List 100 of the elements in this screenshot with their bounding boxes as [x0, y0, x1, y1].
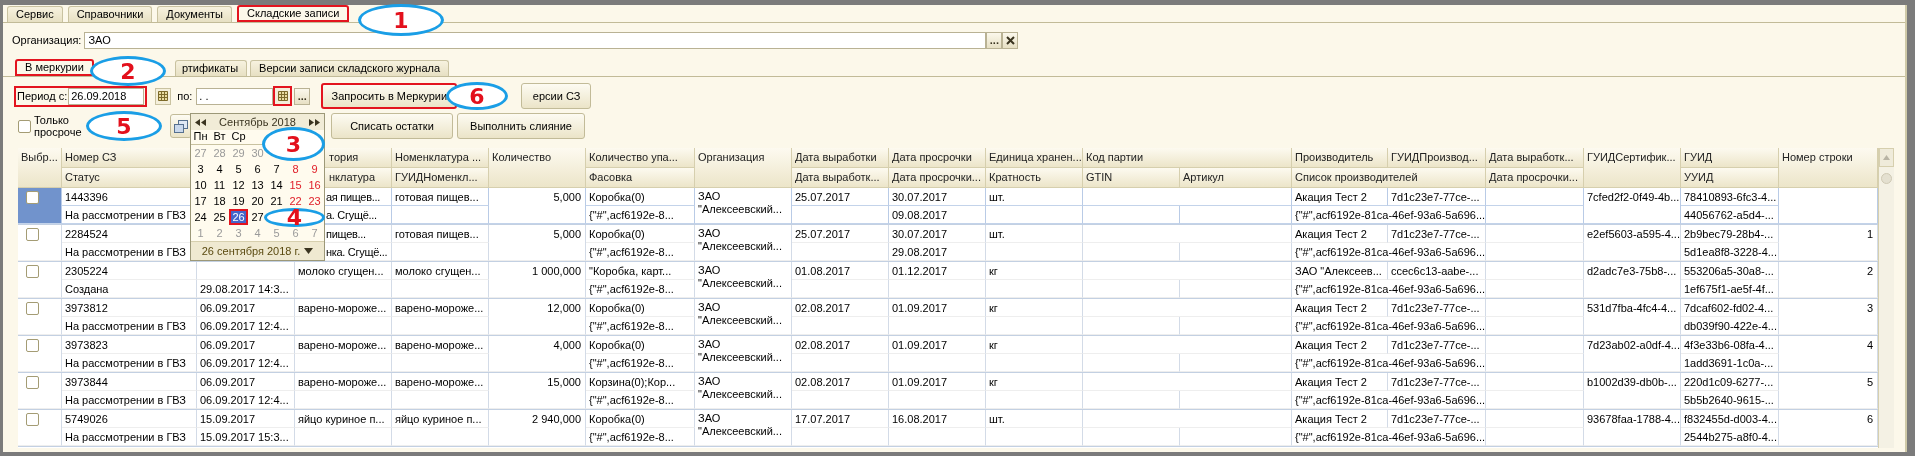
- calendar-button[interactable]: [273, 86, 293, 106]
- checkbox[interactable]: [26, 191, 39, 204]
- table-cell: "Коробка, карт...: [586, 262, 695, 280]
- calendar-day[interactable]: 13: [248, 177, 267, 193]
- table-cell: яйцо куриное п...: [295, 410, 392, 428]
- table-cell: Корзина(0);Кор...: [586, 373, 695, 391]
- column-header[interactable]: Фасовка: [586, 168, 695, 188]
- calendar-day[interactable]: 26: [229, 209, 248, 225]
- column-header[interactable]: Единица хранен...: [986, 148, 1083, 168]
- row-marker-cell[interactable]: [18, 410, 62, 446]
- column-header[interactable]: ГУИДНоменкл...: [392, 168, 489, 188]
- checkbox[interactable]: [26, 339, 39, 352]
- column-header[interactable]: Список производителей: [1292, 168, 1486, 188]
- tab[interactable]: Сервис: [7, 6, 63, 22]
- calendar-day[interactable]: 14: [267, 177, 286, 193]
- request-button[interactable]: Запросить в Меркурии: [321, 83, 458, 109]
- checkbox[interactable]: [26, 265, 39, 278]
- column-header[interactable]: Дата просрочки: [889, 148, 986, 168]
- column-header[interactable]: Номер строки: [1779, 148, 1878, 188]
- caret-down-icon[interactable]: [304, 248, 314, 254]
- table-cell: {"#",acf6192e-8...: [586, 280, 695, 298]
- calendar-day[interactable]: 23: [305, 193, 324, 209]
- calendar-day[interactable]: 5: [229, 161, 248, 177]
- calendar-day[interactable]: 27: [248, 209, 267, 225]
- checkbox[interactable]: [26, 302, 39, 315]
- tab[interactable]: В меркурии: [15, 59, 94, 76]
- calendar-day[interactable]: 6: [248, 161, 267, 177]
- column-header[interactable]: Код партии: [1083, 148, 1292, 168]
- calendar-day[interactable]: 21: [267, 193, 286, 209]
- checkbox[interactable]: [26, 228, 39, 241]
- row-marker-cell[interactable]: [18, 373, 62, 409]
- previous-month-icon[interactable]: [195, 118, 206, 126]
- table-cell: 06.09.2017 12:4...: [197, 317, 295, 335]
- tab[interactable]: Складские записи: [237, 5, 350, 22]
- table-cell: 09.08.2017: [889, 206, 986, 224]
- field-label: Период с:: [17, 90, 68, 102]
- column-header[interactable]: Количество упа...: [586, 148, 695, 168]
- write-off-button[interactable]: Списать остатки: [331, 113, 453, 139]
- choose-button[interactable]: ...: [986, 31, 1003, 49]
- table-cell: 1ef675f1-ae5f-4f...: [1681, 280, 1779, 298]
- column-header[interactable]: Выбр...: [18, 148, 62, 188]
- table-cell: d2adc7e3-75b8-...: [1584, 262, 1681, 298]
- table-cell: 01.09.2017: [889, 336, 986, 354]
- calendar-day[interactable]: 4: [210, 161, 229, 177]
- tab[interactable]: Документы: [157, 6, 232, 22]
- column-header[interactable]: Дата просрочки...: [1486, 168, 1584, 188]
- column-header[interactable]: Количество: [489, 148, 586, 188]
- table-cell: {"#",acf6192e-8...: [586, 391, 695, 409]
- column-header[interactable]: Производитель: [1292, 148, 1388, 168]
- calendar-day[interactable]: 20: [248, 193, 267, 209]
- column-header[interactable]: Кратность: [986, 168, 1083, 188]
- date-field[interactable]: . .: [196, 87, 274, 105]
- column-header[interactable]: Артикул: [1180, 168, 1292, 188]
- row-marker-cell[interactable]: [18, 336, 62, 372]
- organization-field[interactable]: ЗАО: [84, 31, 987, 49]
- table-cell: 531d7fba-4fc4-4...: [1584, 299, 1681, 335]
- column-header[interactable]: Дата выработки: [792, 148, 889, 168]
- table-cell: 2b9bec79-28b4-...: [1681, 225, 1779, 243]
- column-header[interactable]: Номенклатура ...: [392, 148, 489, 168]
- table-cell: шт.: [986, 410, 1083, 428]
- calendar-day[interactable]: 25: [210, 209, 229, 225]
- table-cell: b1002d39-db0b-...: [1584, 373, 1681, 409]
- versions-button[interactable]: ерсии СЗ: [521, 83, 592, 109]
- checkbox[interactable]: [26, 413, 39, 426]
- calendar-button[interactable]: [155, 87, 172, 105]
- date-field[interactable]: 26.09.2018: [68, 87, 145, 105]
- column-header[interactable]: GTIN: [1083, 168, 1180, 188]
- row-marker-cell[interactable]: [18, 225, 62, 261]
- column-header[interactable]: ГУИДПроизвод...: [1388, 148, 1486, 168]
- checkbox[interactable]: [18, 119, 31, 133]
- choose-button[interactable]: ...: [294, 87, 311, 105]
- table-cell: молоко сгущен...: [295, 262, 392, 280]
- calendar-day[interactable]: 7: [267, 161, 286, 177]
- column-header[interactable]: Дата просрочки...: [889, 168, 986, 188]
- table-cell: ЗАО "Алексеевский...: [695, 262, 792, 298]
- tab[interactable]: Справочники: [67, 6, 153, 22]
- copy-button[interactable]: [170, 114, 192, 138]
- calendar-day[interactable]: 11: [210, 177, 229, 193]
- column-header[interactable]: Дата выработк...: [1486, 148, 1584, 168]
- clear-button[interactable]: [1002, 31, 1019, 49]
- tab[interactable]: Версии записи складского журнала: [250, 60, 450, 76]
- row-marker-cell[interactable]: [18, 188, 62, 224]
- scrollbar-thumb[interactable]: [1881, 173, 1892, 184]
- table-cell: Акация Тест 2: [1292, 299, 1388, 317]
- column-header[interactable]: ГУИДСертифик...: [1584, 148, 1681, 188]
- column-header[interactable]: ГУИД: [1681, 148, 1779, 168]
- calendar-day[interactable]: 18: [210, 193, 229, 209]
- calendar-day[interactable]: 12: [229, 177, 248, 193]
- column-header[interactable]: Дата выработк...: [792, 168, 889, 188]
- calendar-day[interactable]: 19: [229, 193, 248, 209]
- column-header[interactable]: УУИД: [1681, 168, 1779, 188]
- table-cell: 44056762-a5d4-...: [1681, 206, 1779, 224]
- windows-icon: [174, 119, 188, 133]
- row-marker-cell[interactable]: [18, 299, 62, 335]
- checkbox[interactable]: [26, 376, 39, 389]
- column-header[interactable]: Организация: [695, 148, 792, 188]
- tab[interactable]: ртификаты: [174, 60, 248, 76]
- merge-button[interactable]: Выполнить слияние: [457, 113, 585, 139]
- scroll-up-button[interactable]: [1879, 148, 1894, 167]
- row-marker-cell[interactable]: [18, 262, 62, 298]
